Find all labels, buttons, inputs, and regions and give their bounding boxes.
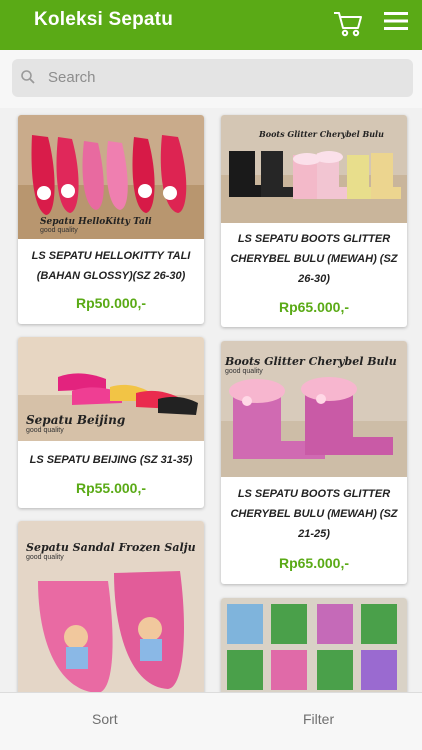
menu-icon[interactable] bbox=[384, 11, 408, 31]
product-card[interactable]: Sepatu HelloKitty Tali good quality LS S… bbox=[18, 115, 204, 324]
search-bar: Search bbox=[0, 50, 422, 108]
cart-icon[interactable] bbox=[333, 10, 363, 38]
image-subcaption: good quality bbox=[40, 227, 78, 234]
product-price: Rp65.000,- bbox=[278, 299, 350, 315]
product-image: Sepatu Beijing good quality bbox=[18, 337, 204, 441]
product-card[interactable]: Sepatu Sandal Frozen Salju good quality bbox=[18, 521, 204, 701]
image-caption: Boots Glitter Cherybel Bulu bbox=[225, 355, 397, 368]
product-image: Sepatu Sandal Frozen Salju good quality bbox=[18, 521, 204, 701]
product-image: Boots Glitter Cherybel Bulu good quality bbox=[221, 341, 407, 477]
product-image bbox=[221, 598, 407, 698]
search-placeholder: Search bbox=[48, 69, 96, 86]
image-caption: Boots Glitter Cherybel Bulu bbox=[259, 129, 384, 139]
product-card[interactable]: Sepatu Beijing good quality LS SEPATU BE… bbox=[18, 337, 204, 508]
product-price: Rp65.000,- bbox=[278, 555, 350, 571]
product-name: LS SEPATU BOOTS GLITTER CHERYBEL BULU (M… bbox=[230, 233, 398, 285]
image-subcaption: good quality bbox=[225, 368, 263, 375]
app-bar: Koleksi Sepatu bbox=[0, 0, 422, 50]
product-price: Rp55.000,- bbox=[75, 480, 147, 496]
sort-button[interactable]: Sort bbox=[92, 711, 118, 727]
filter-button[interactable]: Filter bbox=[303, 711, 334, 727]
image-caption: Sepatu Beijing bbox=[26, 413, 126, 427]
image-subcaption: good quality bbox=[26, 554, 64, 561]
image-caption: Sepatu HelloKitty Tali bbox=[40, 217, 152, 227]
search-icon bbox=[20, 69, 36, 85]
product-price: Rp50.000,- bbox=[75, 295, 147, 311]
product-card[interactable]: Boots Glitter Cherybel Bulu good quality… bbox=[221, 341, 407, 584]
search-input[interactable]: Search bbox=[12, 59, 413, 97]
image-subcaption: good quality bbox=[26, 427, 64, 434]
product-image: Boots Glitter Cherybel Bulu bbox=[221, 115, 407, 223]
product-name: LS SEPATU BOOTS GLITTER CHERYBEL BULU (M… bbox=[230, 488, 398, 540]
product-card[interactable]: Boots Glitter Cherybel Bulu LS SEPATU BO… bbox=[221, 115, 407, 327]
image-caption: Sepatu Sandal Frozen Salju bbox=[26, 541, 196, 554]
bottom-bar: Sort Filter bbox=[0, 692, 422, 750]
product-image: Sepatu HelloKitty Tali good quality bbox=[18, 115, 204, 239]
product-name: LS SEPATU BEIJING (SZ 31-35) bbox=[29, 454, 193, 466]
product-name: LS SEPATU HELLOKITTY TALI (BAHAN GLOSSY)… bbox=[31, 250, 191, 282]
product-card[interactable] bbox=[221, 598, 407, 698]
page-title: Koleksi Sepatu bbox=[34, 9, 174, 30]
